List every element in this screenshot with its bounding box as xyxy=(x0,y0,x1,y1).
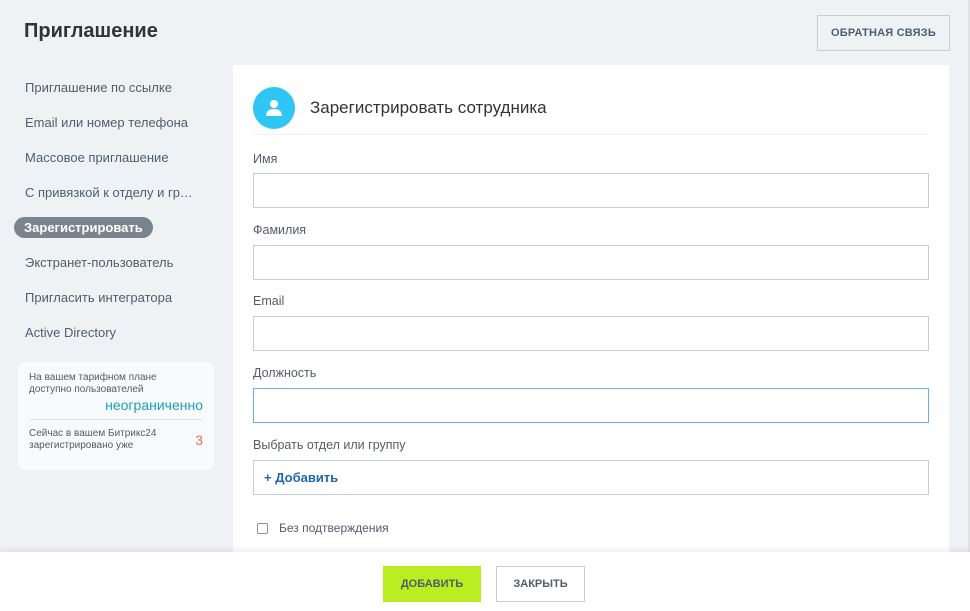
sidebar-item-active-directory[interactable]: Active Directory xyxy=(14,315,214,350)
position-label: Должность xyxy=(253,366,317,380)
footer-bar: ДОБАВИТЬ ЗАКРЫТЬ xyxy=(0,552,970,611)
user-icon xyxy=(253,87,295,129)
plan-info-box: На вашем тарифном плане доступно пользов… xyxy=(18,362,214,470)
plan-value: неограниченно xyxy=(105,397,203,413)
sidebar-item-label: Приглашение по ссылке xyxy=(25,80,172,95)
sidebar-item-integrator[interactable]: Пригласить интегратора xyxy=(14,280,214,315)
last-name-label: Фамилия xyxy=(253,223,307,237)
registered-row: Сейчас в вашем Битрикс24 зарегистрирован… xyxy=(29,428,203,452)
first-name-label: Имя xyxy=(253,152,278,166)
no-confirmation-label: Без подтверждения xyxy=(279,521,389,535)
email-field[interactable] xyxy=(253,316,929,351)
add-button[interactable]: ДОБАВИТЬ xyxy=(383,566,481,602)
sidebar-item-label: Email или номер телефона xyxy=(25,115,189,130)
registered-text-line1: Сейчас в вашем Битрикс24 xyxy=(29,428,157,439)
sidebar-item-label: Экстранет-пользователь xyxy=(25,255,174,270)
feedback-button[interactable]: ОБРАТНАЯ СВЯЗЬ xyxy=(817,15,950,51)
plan-text-line1: На вашем тарифном плане xyxy=(29,372,157,383)
sidebar-item-label: Массовое приглашение xyxy=(25,150,169,165)
sidebar-item-label: Пригласить интегратора xyxy=(25,290,173,305)
position-field[interactable] xyxy=(253,388,929,423)
no-confirmation-row: Без подтверждения xyxy=(257,521,389,535)
form-header: Зарегистрировать сотрудника xyxy=(253,87,929,135)
plan-text-line2: доступно пользователей xyxy=(29,384,144,395)
last-name-field[interactable] xyxy=(253,245,929,280)
sidebar-nav: Приглашение по ссылке Email или номер те… xyxy=(14,70,214,350)
registered-text-line2: зарегистрировано уже xyxy=(29,440,134,451)
department-label: Выбрать отдел или группу xyxy=(253,438,406,452)
page-title: Приглашение xyxy=(24,20,158,42)
register-form-panel: Зарегистрировать сотрудника Имя Фамилия … xyxy=(233,65,949,560)
sidebar-item-register[interactable]: Зарегистрировать xyxy=(14,210,214,245)
sidebar-item-extranet[interactable]: Экстранет-пользователь xyxy=(14,245,214,280)
info-divider xyxy=(29,419,203,420)
email-label: Email xyxy=(253,294,285,308)
first-name-field[interactable] xyxy=(253,173,929,208)
no-confirmation-checkbox[interactable] xyxy=(257,522,268,534)
add-department-button[interactable]: + Добавить xyxy=(253,460,929,495)
sidebar-item-label: Active Directory xyxy=(25,325,117,340)
sidebar-item-email-phone[interactable]: Email или номер телефона xyxy=(14,105,214,140)
close-button[interactable]: ЗАКРЫТЬ xyxy=(496,566,585,602)
sidebar-item-department[interactable]: С привязкой к отделу и группе xyxy=(14,175,214,210)
sidebar-item-label: Зарегистрировать xyxy=(14,217,153,238)
sidebar-item-mass-invite[interactable]: Массовое приглашение xyxy=(14,140,214,175)
registered-count: 3 xyxy=(195,432,203,448)
sidebar-item-label: С привязкой к отделу и группе xyxy=(25,185,195,200)
form-title: Зарегистрировать сотрудника xyxy=(310,98,547,117)
sidebar-item-invite-link[interactable]: Приглашение по ссылке xyxy=(14,70,214,105)
